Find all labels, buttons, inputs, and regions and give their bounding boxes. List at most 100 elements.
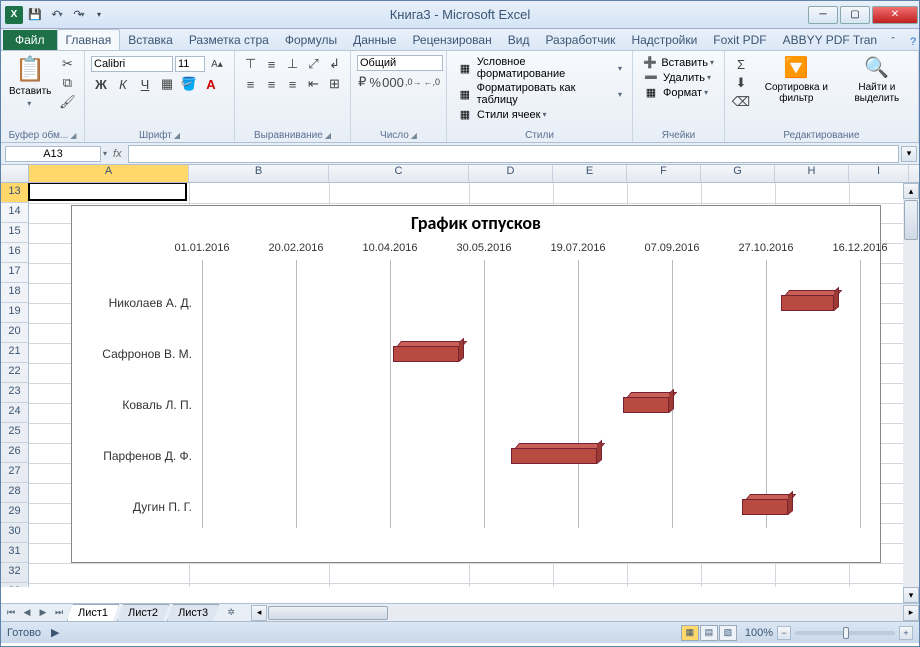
decrease-indent-button[interactable]: ⇤ [304,75,323,93]
sheet-tab-3[interactable]: Лист3 [167,604,219,621]
tab-view[interactable]: Вид [500,30,538,50]
cells-area[interactable]: График отпусков01.01.201620.02.201610.04… [29,183,919,587]
col-header-H[interactable]: H [775,165,849,182]
view-page-layout-button[interactable]: ▤ [700,625,718,641]
align-center-button[interactable]: ≡ [262,75,281,93]
sheet-nav-prev[interactable]: ◀ [19,606,35,620]
scroll-down-button[interactable]: ▾ [903,587,919,603]
chart-object[interactable]: График отпусков01.01.201620.02.201610.04… [71,205,881,563]
row-header-19[interactable]: 19 [1,303,28,323]
col-header-F[interactable]: F [627,165,701,182]
row-header-16[interactable]: 16 [1,243,28,263]
row-header-32[interactable]: 32 [1,563,28,583]
view-page-break-button[interactable]: ▧ [719,625,737,641]
help-button[interactable]: ? [905,34,920,50]
row-header-13[interactable]: 13 [1,183,28,203]
sheet-tab-1[interactable]: Лист1 [67,604,119,621]
view-normal-button[interactable]: ▦ [681,625,699,641]
bold-button[interactable]: Ж [91,75,111,93]
formula-bar[interactable] [128,145,899,163]
row-header-17[interactable]: 17 [1,263,28,283]
col-header-C[interactable]: C [329,165,469,182]
copy-button[interactable]: ⧉ [57,74,77,92]
new-sheet-button[interactable]: ✲ [223,606,239,620]
percent-format-button[interactable]: % [369,73,381,91]
fill-color-button[interactable]: 🪣 [179,75,199,93]
find-select-button[interactable]: 🔍 Найти и выделить [840,53,914,129]
tab-addins[interactable]: Надстройки [623,30,705,50]
col-header-E[interactable]: E [553,165,627,182]
tab-formulas[interactable]: Формулы [277,30,345,50]
orientation-button[interactable]: ⤢ [304,55,323,73]
row-header-18[interactable]: 18 [1,283,28,303]
vertical-scrollbar[interactable]: ▴ ▾ [903,183,919,603]
col-header-I[interactable]: I [849,165,909,182]
format-as-table-button[interactable]: ▦Форматировать как таблицу▾ [453,81,626,107]
format-cells-button[interactable]: ▦Формат▾ [639,85,718,100]
tab-page-layout[interactable]: Разметка стра [181,30,277,50]
qat-undo-button[interactable]: ↶▾ [47,5,67,25]
row-header-31[interactable]: 31 [1,543,28,563]
row-header-15[interactable]: 15 [1,223,28,243]
accounting-format-button[interactable]: ₽ [357,73,367,91]
col-header-A[interactable]: A [29,165,189,182]
font-color-button[interactable]: A [201,75,221,93]
close-button[interactable]: ✕ [872,6,918,24]
font-name-select[interactable] [91,56,173,72]
cut-button[interactable]: ✂ [57,55,77,73]
zoom-out-button[interactable]: − [777,626,791,640]
clipboard-dialog-launcher[interactable]: ◢ [70,131,76,140]
row-header-30[interactable]: 30 [1,523,28,543]
number-dialog-launcher[interactable]: ◢ [411,131,417,140]
border-button[interactable]: ▦ [157,75,177,93]
comma-format-button[interactable]: 000 [383,73,403,91]
scroll-right-button[interactable]: ▸ [903,605,919,621]
col-header-B[interactable]: B [189,165,329,182]
fx-button[interactable]: fx [113,148,122,160]
row-header-14[interactable]: 14 [1,203,28,223]
row-header-20[interactable]: 20 [1,323,28,343]
align-dialog-launcher[interactable]: ◢ [325,131,331,140]
zoom-slider[interactable] [795,631,895,635]
row-header-26[interactable]: 26 [1,443,28,463]
conditional-formatting-button[interactable]: ▦Условное форматирование▾ [453,55,626,81]
scroll-left-button[interactable]: ◂ [251,605,267,621]
h-scroll-thumb[interactable] [268,606,388,620]
tab-review[interactable]: Рецензирован [404,30,499,50]
row-header-23[interactable]: 23 [1,383,28,403]
select-all-button[interactable] [1,165,29,182]
underline-button[interactable]: Ч [135,75,155,93]
row-header-22[interactable]: 22 [1,363,28,383]
col-header-D[interactable]: D [469,165,553,182]
tab-developer[interactable]: Разработчик [537,30,623,50]
row-header-33[interactable]: 33 [1,583,28,587]
zoom-knob[interactable] [843,627,849,639]
align-right-button[interactable]: ≡ [283,75,302,93]
number-format-select[interactable] [357,55,443,71]
minimize-button[interactable]: ─ [808,6,838,24]
qat-customize-button[interactable]: ▾ [89,5,109,25]
maximize-button[interactable]: ▢ [840,6,870,24]
row-header-25[interactable]: 25 [1,423,28,443]
wrap-text-button[interactable]: ↲ [325,55,344,73]
tab-home[interactable]: Главная [57,29,121,50]
align-top-button[interactable]: ⊤ [241,55,260,73]
autosum-button[interactable]: Σ [731,55,751,73]
name-box[interactable] [5,146,101,162]
row-header-29[interactable]: 29 [1,503,28,523]
row-header-27[interactable]: 27 [1,463,28,483]
v-scroll-thumb[interactable] [904,200,918,240]
active-cell[interactable] [28,183,187,201]
tab-foxit[interactable]: Foxit PDF [705,30,774,50]
sheet-nav-last[interactable]: ⏭ [51,606,67,620]
file-tab[interactable]: Файл [3,30,57,50]
sort-filter-button[interactable]: 🔽 Сортировка и фильтр [753,53,840,129]
merge-button[interactable]: ⊞ [325,75,344,93]
sheet-nav-next[interactable]: ▶ [35,606,51,620]
scroll-up-button[interactable]: ▴ [903,183,919,199]
font-dialog-launcher[interactable]: ◢ [174,131,180,140]
cell-styles-button[interactable]: ▦Стили ячеек▾ [453,107,626,122]
zoom-in-button[interactable]: + [899,626,913,640]
clear-button[interactable]: ⌫ [731,93,751,111]
macro-record-icon[interactable]: ▶ [51,626,59,639]
